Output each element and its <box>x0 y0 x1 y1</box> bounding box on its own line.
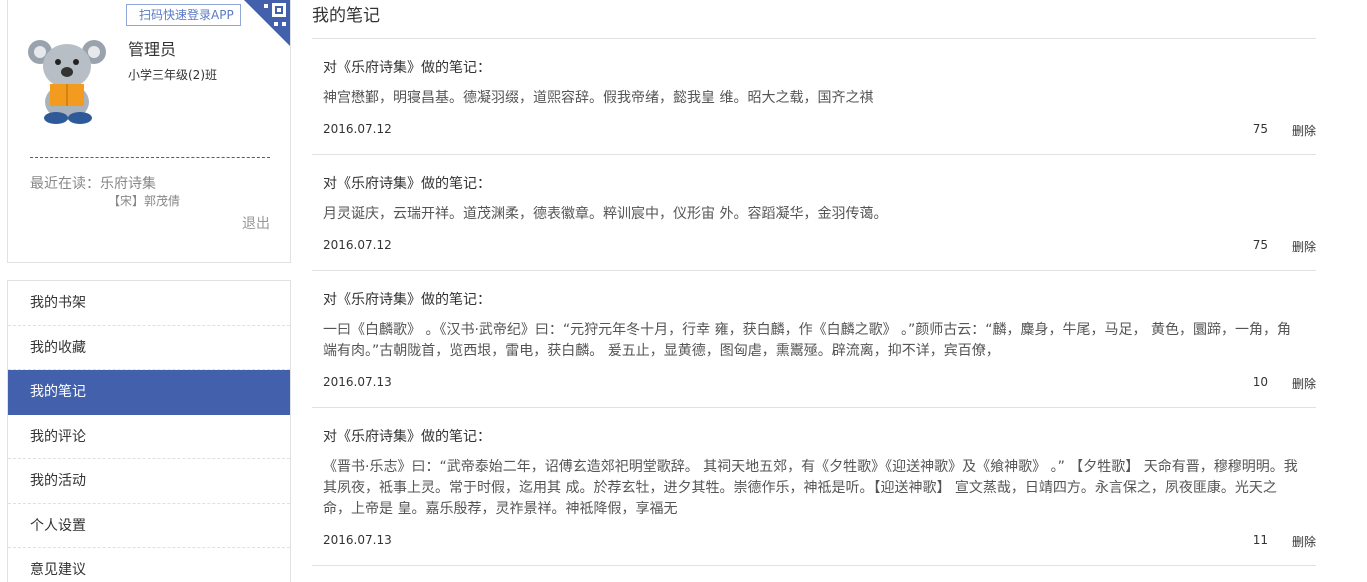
note-item: 对《乐府诗集》做的笔记： 神宫懋鄞，明寝昌基。德凝羽缀，道煕容辞。假我帝绪，懿我… <box>312 39 1316 155</box>
note-heading: 对《乐府诗集》做的笔记： <box>323 60 491 76</box>
sidebar-nav: 我的书架 我的收藏 我的笔记 我的评论 我的活动 个人设置 意见建议 <box>7 280 291 582</box>
sidebar-item-bookshelf[interactable]: 我的书架 <box>8 281 290 326</box>
note-count: 75 <box>1252 238 1268 252</box>
recent-reading[interactable]: 最近在读：乐府诗集 <box>30 173 156 193</box>
note-item: 对《乐府诗集》做的笔记： 《晋书·乐志》曰：“武帝泰始二年，诏傅玄造郊祀明堂歌辞… <box>312 408 1316 566</box>
sidebar-item-notes[interactable]: 我的笔记 <box>8 370 290 415</box>
note-count: 10 <box>1252 375 1268 389</box>
sidebar-item-settings[interactable]: 个人设置 <box>8 504 290 548</box>
note-date: 2016.07.13 <box>323 533 392 547</box>
delete-button[interactable]: 删除 <box>1292 238 1316 255</box>
note-text: 一曰《白麟歌》 。《汉书·武帝纪》曰：“元狩元年冬十月，行幸 雍，获白麟，作《白… <box>323 322 1292 359</box>
logout-link[interactable]: 退出 <box>242 213 270 233</box>
note-heading: 对《乐府诗集》做的笔记： <box>323 429 491 445</box>
note-date: 2016.07.12 <box>323 238 392 252</box>
note-heading: 对《乐府诗集》做的笔记： <box>323 292 491 308</box>
recent-author: 【宋】郭茂倩 <box>108 194 181 208</box>
delete-button[interactable]: 删除 <box>1292 533 1316 550</box>
avatar <box>28 40 106 124</box>
note-text: 神宫懋鄞，明寝昌基。德凝羽缀，道煕容辞。假我帝绪，懿我皇 维。昭大之载，国齐之祺 <box>323 90 874 106</box>
delete-button[interactable]: 删除 <box>1292 122 1316 139</box>
sidebar-item-favorites[interactable]: 我的收藏 <box>8 326 290 370</box>
note-count: 11 <box>1252 533 1268 547</box>
note-item: 对《乐府诗集》做的笔记： 一曰《白麟歌》 。《汉书·武帝纪》曰：“元狩元年冬十月… <box>312 271 1316 408</box>
user-name: 管理员 <box>128 40 177 59</box>
sidebar-item-activities[interactable]: 我的活动 <box>8 459 290 504</box>
qr-code-icon[interactable] <box>244 0 290 46</box>
note-item: 对《乐府诗集》做的笔记： 月灵诞庆，云瑞开祥。道茂渊柔，德表徽章。粹训宸中，仪形… <box>312 155 1316 271</box>
note-date: 2016.07.13 <box>323 375 392 389</box>
note-date: 2016.07.12 <box>323 122 392 136</box>
note-count: 75 <box>1252 122 1268 136</box>
profile-divider <box>30 157 270 158</box>
page-title: 我的笔记 <box>312 0 1316 39</box>
notes-main: 我的笔记 对《乐府诗集》做的笔记： 神宫懋鄞，明寝昌基。德凝羽缀，道煕容辞。假我… <box>312 0 1316 566</box>
note-text: 月灵诞庆，云瑞开祥。道茂渊柔，德表徽章。粹训宸中，仪形宙 外。容蹈凝华，金羽传蔼… <box>323 206 888 222</box>
user-class: 小学三年级(2)班 <box>128 68 217 82</box>
note-text: 《晋书·乐志》曰：“武帝泰始二年，诏傅玄造郊祀明堂歌辞。 其祠天地五郊，有《夕牲… <box>323 459 1298 517</box>
sidebar-item-feedback[interactable]: 意见建议 <box>8 548 290 582</box>
note-heading: 对《乐府诗集》做的笔记： <box>323 176 491 192</box>
sidebar-item-comments[interactable]: 我的评论 <box>8 415 290 459</box>
profile-card: 扫码快速登录APP 管理员 小学三年级(2)班 最近在读：乐府诗集 【宋】郭茂倩… <box>7 0 291 263</box>
delete-button[interactable]: 删除 <box>1292 375 1316 392</box>
qr-login-label[interactable]: 扫码快速登录APP <box>126 4 241 26</box>
